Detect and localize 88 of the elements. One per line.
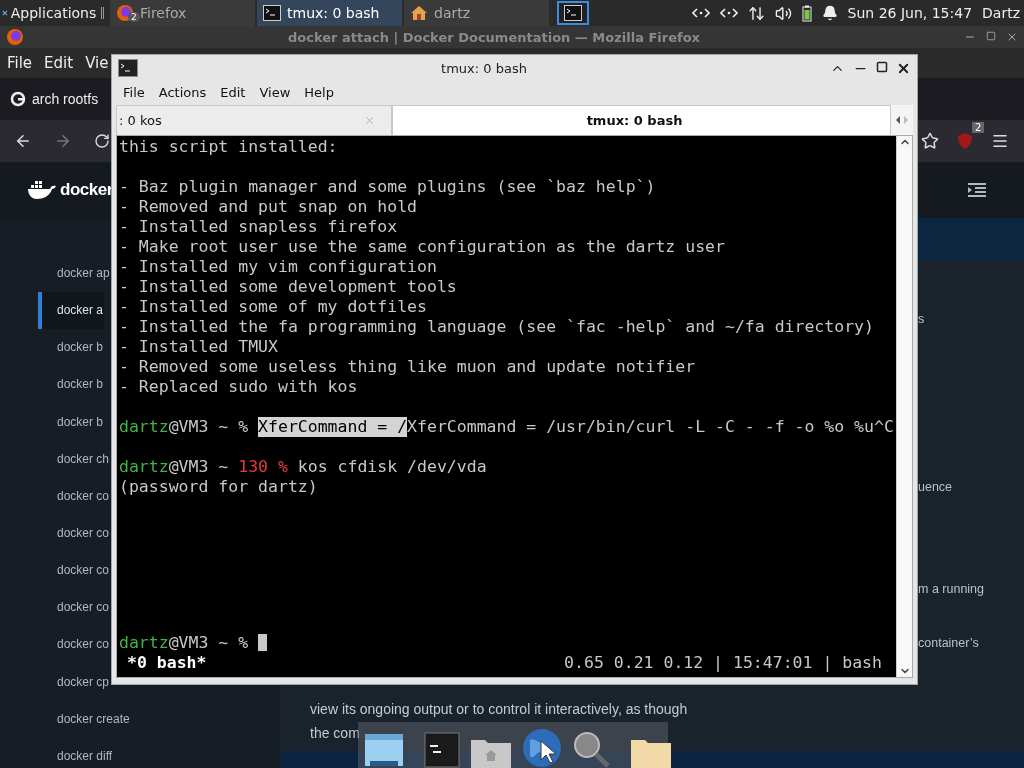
content-text: container’s: [918, 636, 979, 650]
reload-icon[interactable]: [94, 133, 110, 149]
terminal-line: dartz@VM3 ~ %: [119, 633, 250, 652]
menu-item[interactable]: Vie: [85, 54, 109, 72]
forward-icon[interactable]: [54, 132, 72, 150]
window-count-badge: 2: [128, 12, 140, 22]
terminal-tab[interactable]: : 0 kos: [116, 105, 393, 135]
terminal-launcher[interactable]: [557, 1, 589, 25]
maximize-icon[interactable]: [876, 60, 888, 73]
notification-icon[interactable]: [821, 5, 838, 21]
outline-toggle-icon[interactable]: [968, 183, 986, 197]
sidebar-link[interactable]: docker co: [38, 515, 110, 553]
firefox-icon: [116, 4, 134, 22]
volume-icon[interactable]: [774, 4, 792, 22]
menu-item[interactable]: Edit: [215, 84, 251, 100]
sidebar-link[interactable]: docker co: [38, 477, 110, 515]
terminal-line: - Installed TMUX: [119, 337, 279, 357]
terminal-line: - Make root user use the same configuration as the dartz user: [119, 237, 726, 257]
battery-icon[interactable]: [801, 4, 812, 22]
user-name[interactable]: Dartz: [982, 5, 1020, 21]
network-icon[interactable]: [719, 7, 738, 19]
terminal-line: (password for dartz): [119, 477, 319, 497]
sidebar-link[interactable]: docker ap: [38, 255, 110, 293]
separator-icon: [101, 7, 104, 19]
sidebar-link[interactable]: docker a: [38, 292, 105, 330]
terminal-line: - Installed some of my dotfiles: [119, 297, 428, 317]
network-icon[interactable]: [691, 7, 710, 19]
applications-menu[interactable]: Applications: [0, 0, 110, 26]
mouse-pointer-icon: [540, 740, 556, 764]
sidebar-link[interactable]: docker co: [38, 589, 110, 627]
sidebar-link[interactable]: docker cp: [38, 663, 110, 701]
logo-text: docker: [60, 180, 113, 200]
taskbar-button[interactable]: dartz: [404, 0, 549, 26]
transfer-icon[interactable]: [747, 4, 765, 22]
scrollbar[interactable]: [896, 136, 912, 677]
sidebar-link[interactable]: docker b: [38, 366, 104, 404]
clock[interactable]: Sun 26 Jun, 15:47: [847, 5, 973, 21]
paragraph-line: view its ongoing output or to control it interactively, as though: [310, 699, 688, 719]
terminal-icon: [263, 5, 281, 21]
whale-logo-icon: [27, 180, 57, 200]
extension-badge: 2: [972, 122, 985, 133]
window-title: docker attach | Docker Documentation — Mozilla Firefox: [287, 29, 700, 45]
terminal-line: - Baz plugin manager and some plugins (see `baz help`): [119, 177, 657, 197]
sidebar-link[interactable]: docker b: [38, 403, 104, 441]
menu-item[interactable]: Edit: [44, 54, 74, 72]
sidebar-link[interactable]: docker ch: [38, 440, 110, 478]
terminal-line: - Installed snapless firefox: [119, 217, 399, 237]
terminal-icon: [118, 59, 138, 77]
google-icon: [10, 91, 26, 107]
monitor-icon: [364, 732, 404, 768]
sidebar-link[interactable]: docker co: [38, 552, 110, 590]
back-icon[interactable]: [14, 132, 32, 150]
content-text: s: [918, 312, 925, 326]
paragraph-line: the com: [310, 723, 360, 743]
sidebar-link[interactable]: docker co: [38, 626, 110, 664]
terminal-line: dartz@VM3 ~ 130 % kos cfdisk /dev/vda: [119, 457, 488, 477]
menu-item[interactable]: Help: [299, 84, 339, 100]
terminal-line: - Replaced sudo with kos: [119, 377, 359, 397]
terminal-line: - Removed and put snap on hold: [119, 197, 418, 217]
bookmark-icon[interactable]: [921, 132, 939, 150]
browser-tab[interactable]: arch rootfs: [10, 82, 99, 116]
menu-item[interactable]: File: [7, 54, 33, 72]
menu-item[interactable]: File: [118, 84, 150, 100]
menu-item[interactable]: View: [254, 84, 296, 100]
taskbar-button[interactable]: tmux: 0 bash: [257, 0, 402, 26]
terminal-icon: [564, 5, 582, 21]
terminal-line: - Installed some development tools: [119, 277, 458, 297]
tmux-window-label: *0 bash*: [127, 653, 207, 673]
terminal-icon: [424, 732, 460, 768]
terminal-line: - Installed my vim configuration: [119, 257, 438, 277]
tmux-status-text: 0.65 0.21 0.12 | 15:47:01 | bash: [564, 653, 882, 673]
terminal-line: - Installed the fa programming language (see `fac -help` and ~/fa directory): [119, 317, 875, 337]
firefox-icon: [6, 28, 24, 46]
home-icon: [410, 5, 428, 21]
terminal-tab[interactable]: tmux: 0 bash: [392, 105, 891, 135]
sidebar-link[interactable]: docker create: [38, 700, 130, 738]
content-text: uence: [918, 480, 953, 494]
sidebar-link[interactable]: docker diff: [38, 737, 113, 768]
terminal-line: - Removed some useless thing like muon and update notifier: [119, 357, 697, 377]
sidebar-link[interactable]: docker b: [38, 329, 104, 367]
menu-icon[interactable]: [991, 132, 1009, 150]
close-icon[interactable]: [1006, 31, 1018, 43]
terminal-line: this script installed:: [119, 137, 339, 157]
taskbar-button[interactable]: 2 Firefox: [110, 0, 255, 26]
content-text: m a running: [918, 582, 984, 596]
menu-item[interactable]: Actions: [153, 84, 212, 100]
window-title: tmux: 0 bash: [441, 60, 527, 76]
magnifier-icon: [572, 730, 610, 768]
